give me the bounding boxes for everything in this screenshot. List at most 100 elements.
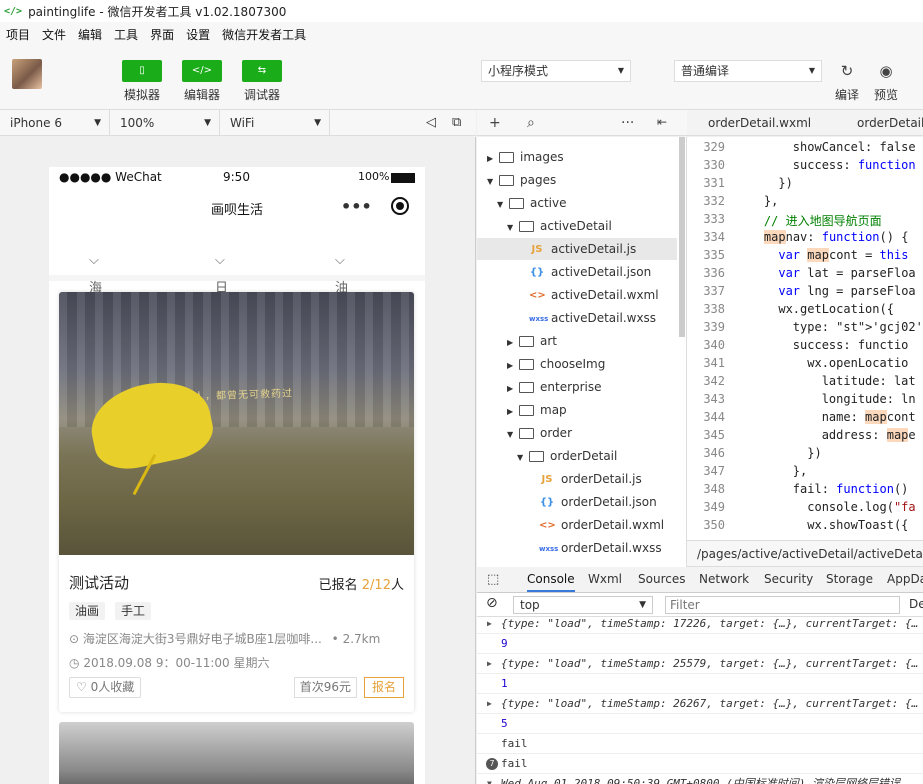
console-row[interactable]: ▼ Wed Aug 01 2018 09:50:39 GMT+0800 (中国标准…	[477, 774, 923, 784]
file-tree-item[interactable]: ▼ orderDetail	[477, 445, 677, 467]
file-tree-item[interactable]: wxss activeDetail.wxss	[477, 307, 677, 329]
filter-district[interactable]: 海淀区 ⌵	[89, 253, 102, 334]
capsule-menu[interactable]: •••	[341, 197, 413, 219]
console-row[interactable]: ▶ {type: "load", timeStamp: 26267, target…	[477, 694, 923, 714]
code-line[interactable]: success: function	[735, 158, 916, 172]
expand-arrow-icon[interactable]: ▶	[487, 617, 492, 633]
menu-wechat-devtools[interactable]: 微信开发者工具	[222, 26, 306, 43]
tab-orderdetail-wxml[interactable]: orderDetail.wxml	[708, 116, 811, 130]
scrollbar[interactable]	[679, 137, 685, 337]
expanded-arrow-icon[interactable]: ▼	[507, 217, 519, 239]
menu-view[interactable]: 界面	[150, 26, 174, 43]
debugger-button[interactable]: ⇆ 调试器	[242, 60, 282, 102]
collapsed-arrow-icon[interactable]: ▶	[507, 332, 519, 354]
code-line[interactable]: latitude: lat	[735, 374, 916, 388]
tab-security[interactable]: Security	[764, 572, 813, 586]
expanded-arrow-icon[interactable]: ▼	[497, 194, 509, 216]
activity-card-2[interactable]	[59, 722, 414, 784]
file-tree-item[interactable]: ▶ images	[477, 146, 677, 168]
expand-arrow-icon[interactable]: ▼	[487, 774, 492, 784]
favorite-button[interactable]: ♡ 0人收藏	[69, 677, 142, 698]
file-tree-item[interactable]: ▼ order	[477, 422, 677, 444]
user-avatar[interactable]	[12, 59, 42, 89]
menu-project[interactable]: 项目	[6, 26, 30, 43]
code-line[interactable]: mapnav: function() {	[735, 230, 908, 244]
file-tree-item[interactable]: ▼ active	[477, 192, 677, 214]
code-editor[interactable]: 329 showCancel: false 330 success: functi…	[687, 137, 923, 540]
file-tree-item[interactable]: JS orderDetail.js	[477, 468, 677, 490]
mode-select[interactable]: 小程序模式 ▼	[481, 60, 631, 82]
expanded-arrow-icon[interactable]: ▼	[507, 424, 519, 446]
more-icon[interactable]: ···	[621, 115, 634, 131]
collapse-panel-icon[interactable]: ⇤	[657, 115, 667, 129]
menu-tools[interactable]: 工具	[114, 26, 138, 43]
file-tree-item[interactable]: ▼ pages	[477, 169, 677, 191]
file-tree-item[interactable]: ▶ chooseImg	[477, 353, 677, 375]
file-tree-item[interactable]: {} activeDetail.json	[477, 261, 677, 283]
expand-arrow-icon[interactable]: ▶	[487, 694, 492, 713]
tab-storage[interactable]: Storage	[826, 572, 873, 586]
code-line[interactable]: })	[735, 446, 821, 460]
add-file-icon[interactable]: +	[489, 115, 501, 131]
simulator-button[interactable]: ▯ 模拟器	[122, 60, 162, 102]
code-line[interactable]: // 进入地图导航页面	[735, 212, 882, 229]
code-line[interactable]: wx.getLocation({	[735, 302, 894, 316]
filter-category[interactable]: 油画 ⌵	[335, 253, 348, 315]
tab-sources[interactable]: Sources	[638, 572, 685, 586]
collapsed-arrow-icon[interactable]: ▶	[487, 148, 499, 170]
device-select[interactable]: iPhone 6 ▼	[0, 110, 110, 136]
search-icon[interactable]: ⌕	[527, 115, 535, 131]
expanded-arrow-icon[interactable]: ▼	[517, 447, 529, 469]
console-row[interactable]: ▶ {type: "load", timeStamp: 25579, target…	[477, 654, 923, 674]
preview-button[interactable]: ◉ 预览	[871, 60, 901, 103]
code-line[interactable]: })	[735, 176, 792, 190]
collapsed-arrow-icon[interactable]: ▶	[507, 355, 519, 377]
expand-arrow-icon[interactable]: ▶	[487, 654, 492, 673]
tab-network[interactable]: Network	[699, 572, 749, 586]
code-line[interactable]: longitude: ln	[735, 392, 916, 406]
collapsed-arrow-icon[interactable]: ▶	[507, 401, 519, 423]
code-line[interactable]: var mapcont = this	[735, 248, 908, 262]
menu-file[interactable]: 文件	[42, 26, 66, 43]
context-select[interactable]: top ▼	[513, 596, 653, 614]
code-line[interactable]: },	[735, 464, 807, 478]
code-line[interactable]: },	[735, 194, 778, 208]
close-app-icon[interactable]	[391, 197, 409, 215]
code-line[interactable]: type: "st">'gcj02', /	[735, 320, 923, 334]
log-level-select[interactable]: De	[909, 597, 923, 611]
tab-appdata[interactable]: AppDa	[887, 572, 923, 586]
file-tree-item[interactable]: <> activeDetail.wxml	[477, 284, 677, 306]
console-row[interactable]: ▶ {type: "load", timeStamp: 17226, target…	[477, 617, 923, 634]
filter-date[interactable]: 日期 ⌵	[215, 253, 228, 315]
file-tree-item[interactable]: {} orderDetail.json	[477, 491, 677, 513]
code-line[interactable]: var lat = parseFloa	[735, 266, 915, 280]
code-line[interactable]: wx.showToast({	[735, 518, 908, 532]
signup-button[interactable]: 报名	[363, 677, 404, 698]
activity-card[interactable]: 有些不被的人，都曾无可救药过 测试活动 已报名 2/12人 油画 手工 ⊙ 海淀…	[59, 292, 414, 712]
menu-settings[interactable]: 设置	[186, 26, 210, 43]
file-tree-item[interactable]: ▶ enterprise	[477, 376, 677, 398]
code-line[interactable]: name: mapcont	[735, 410, 916, 424]
code-line[interactable]: address: mape	[735, 428, 916, 442]
code-line[interactable]: success: functio	[735, 338, 909, 352]
console-filter-input[interactable]: Filter	[665, 596, 900, 614]
more-icon[interactable]: •••	[341, 197, 372, 216]
tab-wxml[interactable]: Wxml	[588, 572, 622, 586]
file-tree-item[interactable]: ▼ activeDetail	[477, 215, 677, 237]
zoom-select[interactable]: 100% ▼	[110, 110, 220, 136]
expanded-arrow-icon[interactable]: ▼	[487, 171, 499, 193]
tab-orderdetail-other[interactable]: orderDetail.	[857, 116, 923, 130]
file-tree-item[interactable]: <> orderDetail.wxml	[477, 514, 677, 536]
volume-icon[interactable]: ◁	[426, 115, 436, 130]
code-line[interactable]: console.log("fa	[735, 500, 915, 514]
compile-button[interactable]: ↻ 编译	[832, 60, 862, 103]
code-line[interactable]: var lng = parseFloa	[735, 284, 915, 298]
file-tree-item[interactable]: wxss orderDetail.wxss	[477, 537, 677, 559]
code-line[interactable]: fail: function()	[735, 482, 909, 496]
inspect-icon[interactable]: ⬚	[487, 572, 499, 587]
detach-window-icon[interactable]: ⧉	[452, 115, 461, 130]
code-line[interactable]: showCancel: false	[735, 140, 916, 154]
menu-edit[interactable]: 编辑	[78, 26, 102, 43]
file-tree-item[interactable]: ▶ map	[477, 399, 677, 421]
code-line[interactable]: wx.openLocatio	[735, 356, 908, 370]
